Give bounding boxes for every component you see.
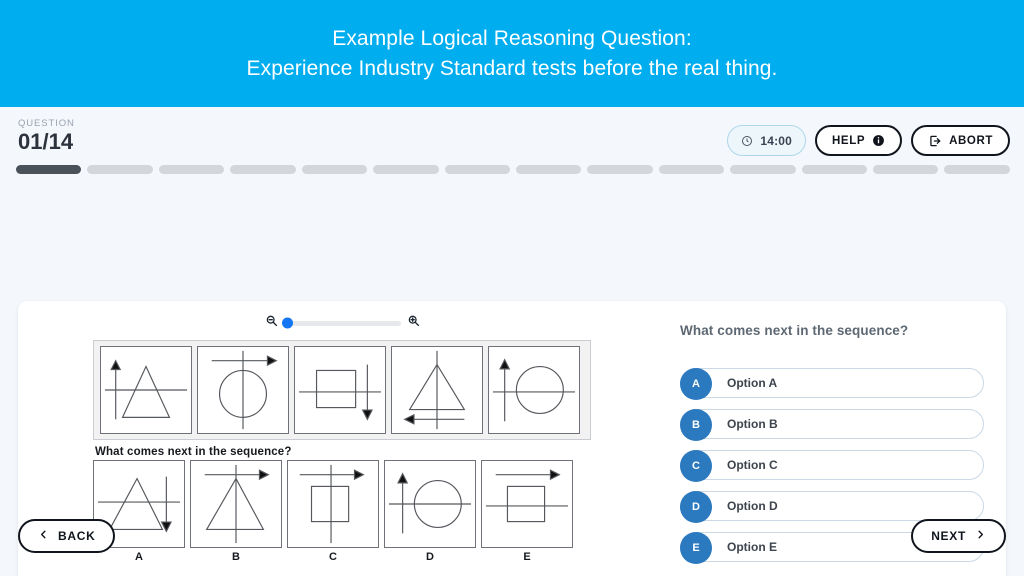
next-button[interactable]: NEXT — [911, 519, 1006, 553]
abort-button[interactable]: ABORT — [911, 125, 1010, 156]
option-b-badge: B — [680, 409, 712, 441]
progress-segment[interactable] — [944, 165, 1010, 174]
exit-icon — [928, 134, 942, 148]
progress-segment[interactable] — [16, 165, 82, 174]
banner-line-1: Example Logical Reasoning Question: — [332, 26, 692, 50]
progress-segment[interactable] — [158, 165, 225, 174]
option-b[interactable]: B Option B — [680, 409, 984, 441]
question-prompt: What comes next in the sequence? — [680, 323, 909, 338]
chevron-left-icon — [38, 529, 49, 543]
option-b-label: Option B — [727, 417, 778, 431]
magnifier-minus-icon[interactable] — [265, 314, 278, 332]
progress-segment[interactable] — [515, 165, 582, 174]
clock-icon — [741, 135, 753, 147]
sequence-cell-2 — [197, 346, 289, 434]
chevron-right-icon — [975, 529, 986, 543]
zoom-slider[interactable] — [265, 314, 420, 332]
option-c[interactable]: C Option C — [680, 450, 984, 482]
option-c-badge: C — [680, 450, 712, 482]
zoom-slider-thumb[interactable] — [281, 317, 293, 329]
progress-segment[interactable] — [301, 165, 368, 174]
zoom-slider-track[interactable] — [281, 317, 401, 329]
progress-segment[interactable] — [87, 165, 153, 174]
option-a[interactable]: A Option A — [680, 368, 984, 400]
progress-segment[interactable] — [730, 165, 796, 174]
progress-segment[interactable] — [658, 165, 725, 174]
abort-label: ABORT — [949, 134, 993, 147]
progress-segment[interactable] — [230, 165, 296, 174]
question-counter-label: QUESTION — [18, 118, 75, 129]
option-a-label: Option A — [727, 376, 778, 390]
exam-footer: BACK NEXT — [0, 506, 1024, 576]
option-c-label: Option C — [727, 458, 778, 472]
info-icon — [872, 134, 885, 147]
option-a-badge: A — [680, 368, 712, 400]
back-button[interactable]: BACK — [18, 519, 116, 553]
question-counter: QUESTION 01/14 — [18, 119, 75, 153]
help-label: HELP — [832, 134, 866, 147]
sequence-strip — [93, 340, 591, 440]
timer-value: 14:00 — [760, 133, 793, 148]
promo-banner: Example Logical Reasoning Question: Expe… — [0, 0, 1024, 107]
magnifier-plus-icon[interactable] — [407, 314, 420, 332]
progress-bar — [0, 159, 1024, 174]
next-label: NEXT — [931, 529, 966, 543]
sequence-cell-5 — [488, 346, 580, 434]
sequence-cell-1 — [100, 346, 192, 434]
progress-segment[interactable] — [373, 165, 439, 174]
back-label: BACK — [58, 529, 96, 543]
exam-container: QUESTION 01/14 14:00 HELP ABORT What com… — [0, 107, 1024, 576]
help-button[interactable]: HELP — [815, 125, 903, 156]
banner-line-2: Experience Industry Standard tests befor… — [246, 56, 778, 80]
sequence-cell-4 — [391, 346, 483, 434]
sequence-cell-3 — [294, 346, 386, 434]
progress-segment[interactable] — [587, 165, 653, 174]
sequence-caption: What comes next in the sequence? — [95, 446, 292, 458]
exam-header: QUESTION 01/14 14:00 HELP ABORT — [0, 107, 1024, 159]
header-controls: 14:00 HELP ABORT — [727, 125, 1010, 156]
timer-display: 14:00 — [727, 125, 807, 156]
progress-segment[interactable] — [873, 165, 939, 174]
progress-segment[interactable] — [444, 165, 510, 174]
progress-segment[interactable] — [801, 165, 868, 174]
question-counter-value: 01/14 — [18, 128, 74, 154]
